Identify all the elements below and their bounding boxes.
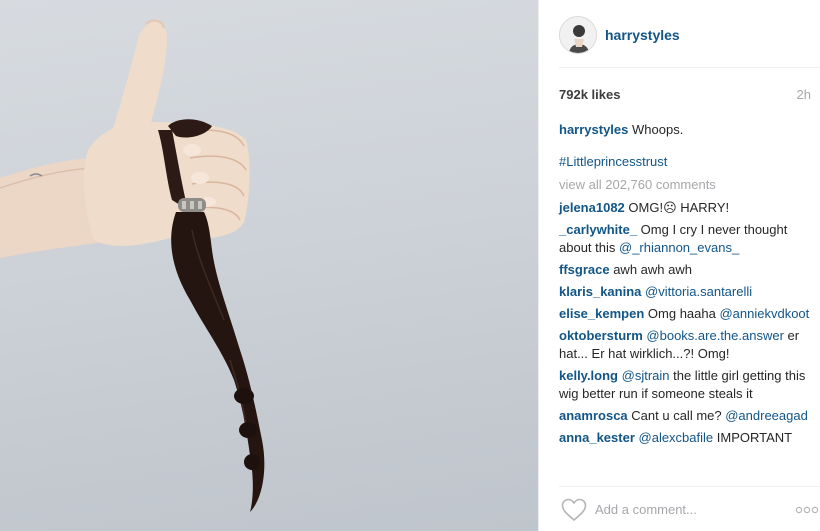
footer-divider <box>559 486 820 487</box>
comment-item: oktobersturm @books.are.the.answer er ha… <box>559 327 815 363</box>
comment-item: ffsgrace awh awh awh <box>559 261 815 279</box>
comment-mention[interactable]: @sjtrain <box>622 368 670 383</box>
comment-item: anamrosca Cant u call me? @andreeagad <box>559 407 815 425</box>
avatar-icon <box>560 17 596 53</box>
likes-row: 792k likes 2h <box>559 87 811 102</box>
comment-item: anna_kester @alexcbafile IMPORTANT <box>559 429 815 447</box>
comment-item: elise_kempen Omg haaha @anniekvdkoot <box>559 305 815 323</box>
comment-username[interactable]: klaris_kanina <box>559 284 641 299</box>
comment-username[interactable]: elise_kempen <box>559 306 644 321</box>
post-timestamp[interactable]: 2h <box>797 87 811 102</box>
comment-list: jelena1082 OMG!☹ HARRY! _carlywhite_ Omg… <box>559 199 815 451</box>
post-photo[interactable] <box>0 0 538 531</box>
post-caption: harrystyles Whoops. <box>559 122 811 137</box>
avatar[interactable] <box>559 16 597 54</box>
comment-mention[interactable]: @alexcbafile <box>639 430 714 445</box>
photo-illustration <box>0 19 265 512</box>
comment-username[interactable]: anna_kester <box>559 430 635 445</box>
instagram-post: harrystyles 792k likes 2h harrystyles Wh… <box>0 0 820 531</box>
comment-text: IMPORTANT <box>716 430 793 445</box>
post-author-username[interactable]: harrystyles <box>605 27 680 43</box>
hashtag-link[interactable]: #Littleprincesstrust <box>559 154 667 169</box>
add-comment-input[interactable] <box>595 499 775 519</box>
comment-username[interactable]: kelly.long <box>559 368 618 383</box>
comment-item: jelena1082 OMG!☹ HARRY! <box>559 199 815 217</box>
comment-text: Omg haaha <box>647 306 716 321</box>
comment-username[interactable]: _carlywhite_ <box>559 222 637 237</box>
comment-mention[interactable]: @_rhiannon_evans_ <box>619 240 739 255</box>
comment-mention[interactable]: @anniekvdkoot <box>719 306 809 321</box>
comment-username[interactable]: anamrosca <box>559 408 628 423</box>
comment-mention[interactable]: @andreeagad <box>725 408 808 423</box>
comment-username[interactable]: oktobersturm <box>559 328 643 343</box>
post-details-panel: harrystyles 792k likes 2h harrystyles Wh… <box>538 0 820 531</box>
comment-username[interactable]: ffsgrace <box>559 262 610 277</box>
comment-text: awh awh awh <box>613 262 692 277</box>
comment-mention[interactable]: @vittoria.santarelli <box>645 284 752 299</box>
comment-text: Cant u call me? <box>631 408 722 423</box>
caption-text: Whoops. <box>632 122 684 137</box>
comment-text: OMG!☹ HARRY! <box>628 200 730 215</box>
comment-item: kelly.long @sjtrain the little girl gett… <box>559 367 815 403</box>
view-all-comments-link[interactable]: view all 202,760 comments <box>559 177 716 192</box>
comment-item: klaris_kanina @vittoria.santarelli <box>559 283 815 301</box>
comment-username[interactable]: jelena1082 <box>559 200 625 215</box>
header-divider <box>559 67 820 68</box>
comment-item: _carlywhite_ Omg I cry I never thought a… <box>559 221 815 257</box>
heart-icon[interactable] <box>561 498 587 522</box>
comment-mention[interactable]: @books.are.the.answer <box>646 328 784 343</box>
caption-username[interactable]: harrystyles <box>559 122 628 137</box>
likes-count[interactable]: 792k likes <box>559 87 620 102</box>
more-options-icon[interactable] <box>794 503 820 517</box>
post-header: harrystyles <box>559 14 809 56</box>
